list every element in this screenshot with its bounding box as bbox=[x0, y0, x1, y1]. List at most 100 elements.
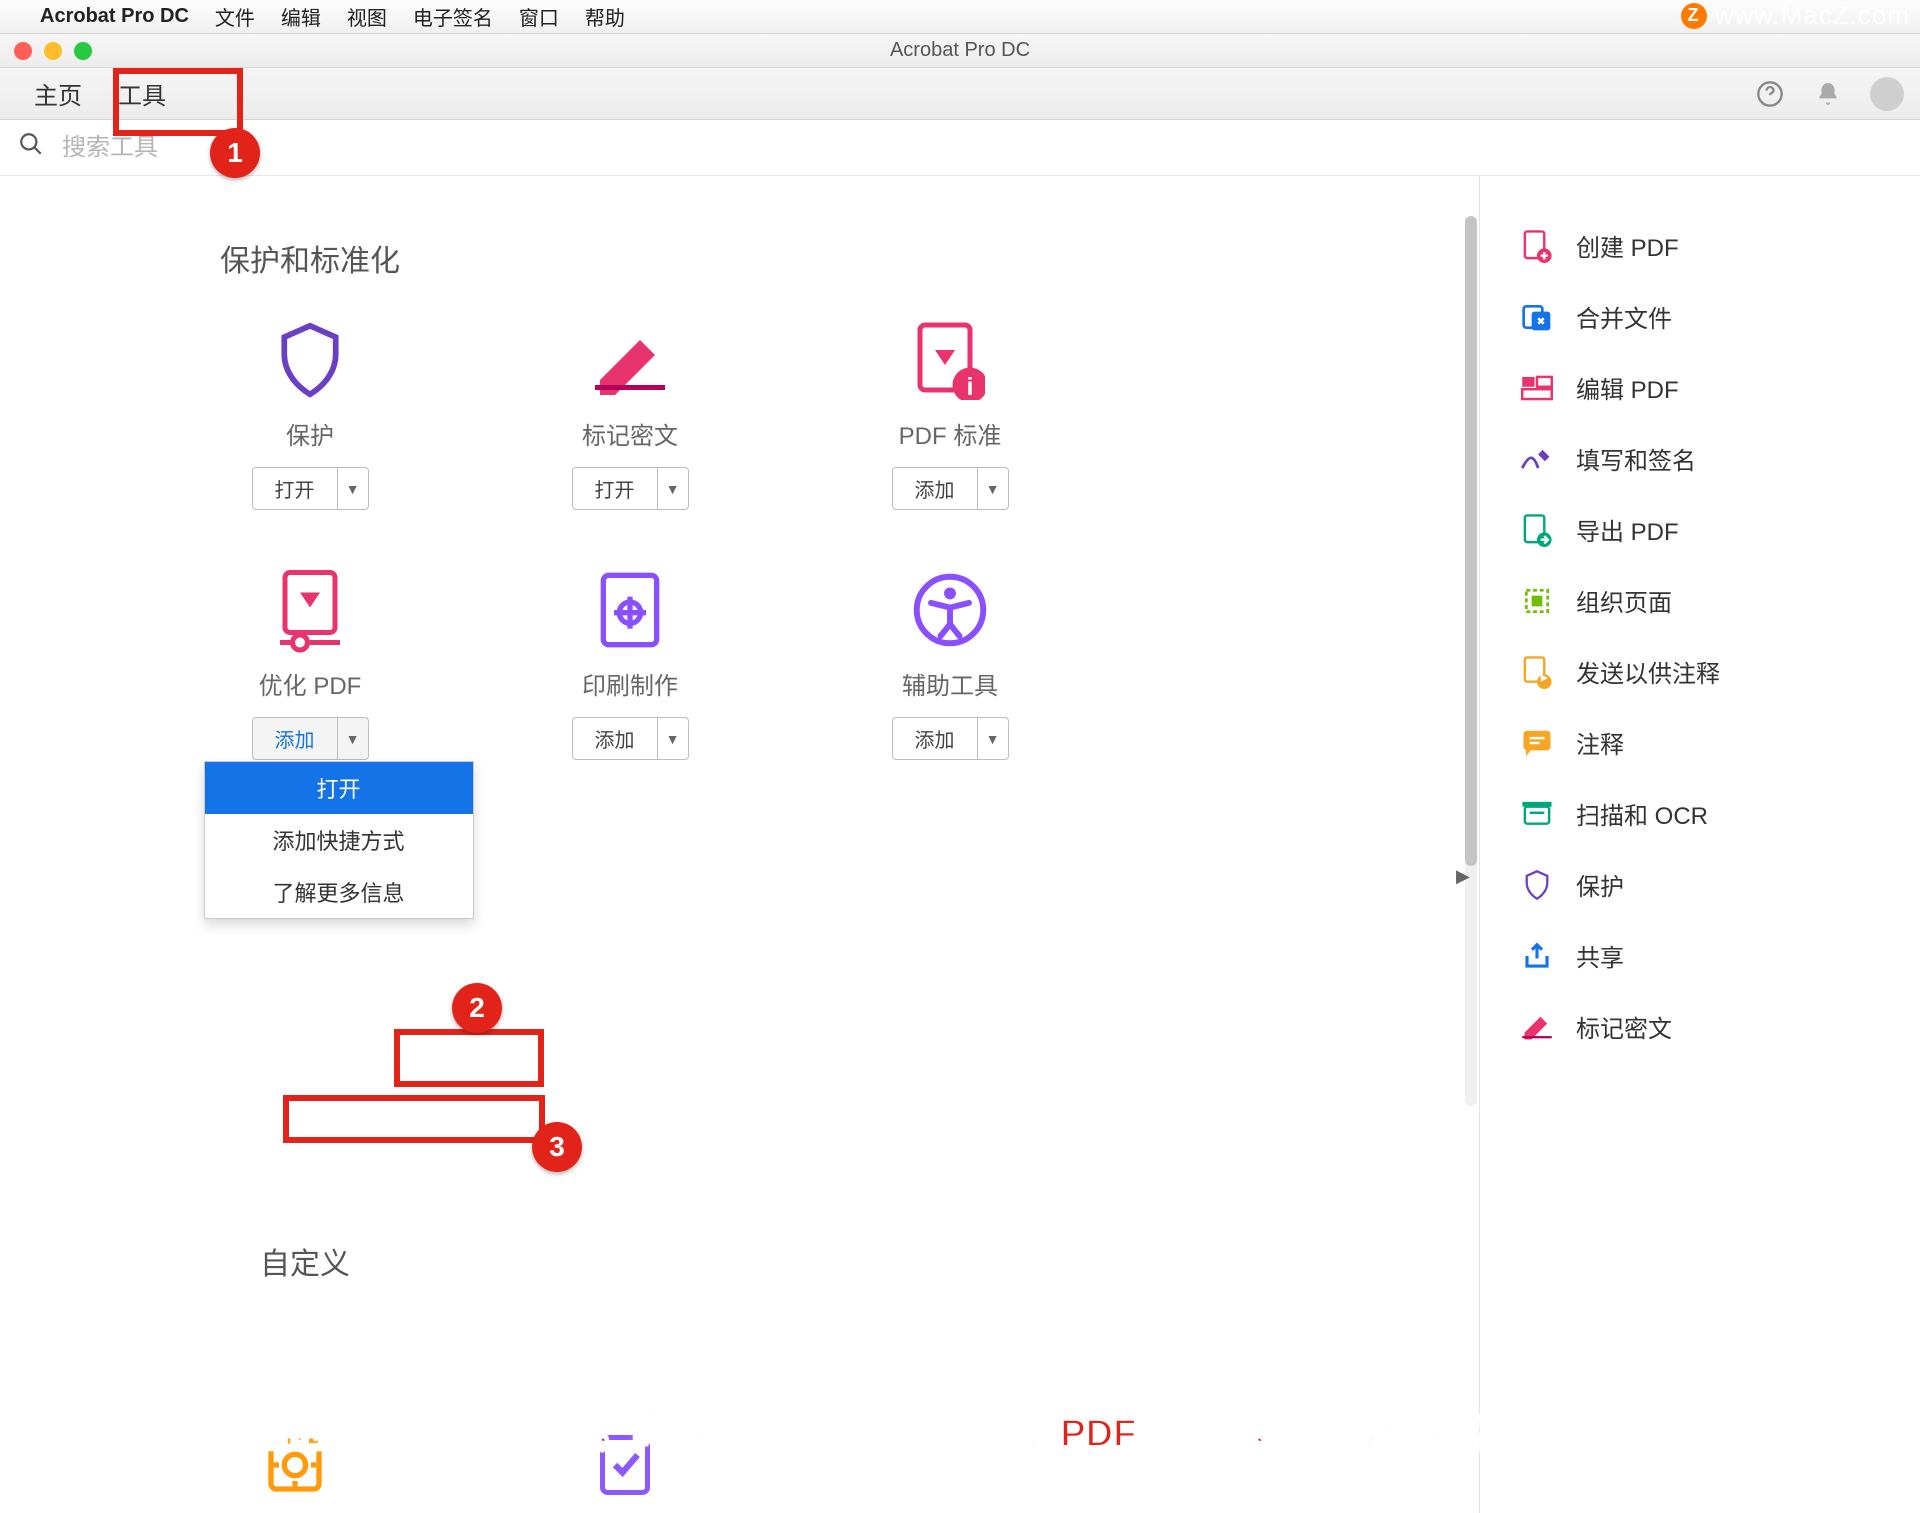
menu-file[interactable]: 文件 bbox=[215, 2, 255, 31]
sidebar-item-label: 发送以供注释 bbox=[1576, 654, 1720, 689]
sidebar-wrap: ▶ 创建 PDF 合并文件 编辑 PDF 填写和签名 导出 PDF bbox=[1480, 176, 1920, 1513]
minimize-window-icon[interactable] bbox=[44, 42, 62, 60]
traffic-lights bbox=[0, 42, 92, 60]
tool-panel: 保护和标准化 保护 打开 ▼ 标记密文 打开 bbox=[0, 176, 1480, 1513]
mac-menubar: Acrobat Pro DC 文件 编辑 视图 电子签名 窗口 帮助 Z www… bbox=[0, 0, 1920, 34]
chevron-down-icon[interactable]: ▼ bbox=[978, 718, 1008, 759]
sidebar-item-redact[interactable]: 标记密文 bbox=[1490, 991, 1910, 1062]
collapse-caret-icon[interactable]: ▶ bbox=[1456, 866, 1470, 887]
sidebar-item-comment[interactable]: 注释 bbox=[1490, 707, 1910, 778]
tool-optimize-button[interactable]: 添加 ▼ bbox=[252, 717, 369, 760]
combine-files-icon bbox=[1520, 300, 1554, 334]
sidebar-item-label: 保护 bbox=[1576, 867, 1624, 902]
tab-home[interactable]: 主页 bbox=[16, 68, 100, 119]
menu-edit[interactable]: 编辑 bbox=[281, 2, 321, 31]
sidebar-item-label: 扫描和 OCR bbox=[1576, 796, 1708, 831]
app-name[interactable]: Acrobat Pro DC bbox=[40, 5, 189, 28]
search-input[interactable] bbox=[62, 134, 662, 162]
comment-icon bbox=[1520, 726, 1554, 760]
scan-ocr-icon bbox=[1520, 797, 1554, 831]
optimize-icon bbox=[270, 570, 350, 650]
sidebar-item-label: 创建 PDF bbox=[1576, 228, 1679, 263]
tool-access-label: 辅助工具 bbox=[902, 666, 998, 701]
chevron-down-icon[interactable]: ▼ bbox=[658, 468, 688, 509]
tool-accessibility: 辅助工具 添加 ▼ bbox=[800, 570, 1100, 760]
dropdown-more[interactable]: 了解更多信息 bbox=[205, 866, 473, 918]
tool-protect: 保护 打开 ▼ bbox=[160, 320, 460, 510]
sidebar-item-send-comment[interactable]: 发送以供注释 bbox=[1490, 636, 1910, 707]
menu-view[interactable]: 视图 bbox=[347, 2, 387, 31]
tool-redact-label: 标记密文 bbox=[582, 416, 678, 451]
sidebar-item-share[interactable]: 共享 bbox=[1490, 920, 1910, 991]
sidebar-item-fill-sign[interactable]: 填写和签名 bbox=[1490, 423, 1910, 494]
tool-print-add[interactable]: 添加 bbox=[573, 718, 658, 759]
watermark-text: www.MacZ.com bbox=[1715, 0, 1910, 31]
accessibility-icon bbox=[910, 570, 990, 650]
chevron-down-icon[interactable]: ▼ bbox=[658, 718, 688, 759]
export-pdf-icon bbox=[1520, 513, 1554, 547]
sidebar-item-export-pdf[interactable]: 导出 PDF bbox=[1490, 494, 1910, 565]
sidebar-item-protect[interactable]: 保护 bbox=[1490, 849, 1910, 920]
sidebar-item-edit-pdf[interactable]: 编辑 PDF bbox=[1490, 352, 1910, 423]
chevron-down-icon[interactable]: ▼ bbox=[338, 718, 368, 759]
sidebar-item-organize[interactable]: 组织页面 bbox=[1490, 565, 1910, 636]
help-icon[interactable] bbox=[1754, 78, 1786, 110]
tool-print-button[interactable]: 添加 ▼ bbox=[572, 717, 689, 760]
close-window-icon[interactable] bbox=[14, 42, 32, 60]
scrollbar[interactable] bbox=[1465, 216, 1477, 1106]
tool-redact-open[interactable]: 打开 bbox=[573, 468, 658, 509]
search-icon bbox=[18, 131, 44, 164]
sidebar-item-label: 注释 bbox=[1576, 725, 1624, 760]
shield-icon bbox=[270, 320, 350, 400]
svg-text:i: i bbox=[967, 373, 974, 400]
crosshair-doc-icon bbox=[590, 570, 670, 650]
window-titlebar: Acrobat Pro DC bbox=[0, 34, 1920, 68]
marker-icon bbox=[590, 320, 670, 400]
tool-optimize-add[interactable]: 添加 bbox=[253, 718, 338, 759]
sidebar-item-create-pdf[interactable]: 创建 PDF bbox=[1490, 210, 1910, 281]
menu-window[interactable]: 窗口 bbox=[519, 2, 559, 31]
sidebar-item-combine[interactable]: 合并文件 bbox=[1490, 281, 1910, 352]
tool-pdf-standard: i PDF 标准 添加 ▼ bbox=[800, 320, 1100, 510]
scrollbar-thumb[interactable] bbox=[1465, 216, 1477, 866]
sidebar-item-label: 标记密文 bbox=[1576, 1009, 1672, 1044]
sidebar-item-label: 合并文件 bbox=[1576, 299, 1672, 334]
user-avatar[interactable] bbox=[1870, 77, 1904, 111]
create-pdf-icon bbox=[1520, 229, 1554, 263]
section-protect-title: 保护和标准化 bbox=[220, 236, 1379, 280]
search-bar bbox=[0, 120, 1920, 176]
tool-access-add[interactable]: 添加 bbox=[893, 718, 978, 759]
dropdown-shortcut[interactable]: 添加快捷方式 bbox=[205, 814, 473, 866]
sidebar-item-label: 组织页面 bbox=[1576, 583, 1672, 618]
watermark-z-icon: Z bbox=[1681, 3, 1707, 29]
window-title: Acrobat Pro DC bbox=[890, 39, 1030, 62]
main-tabs: 主页 工具 bbox=[0, 68, 1920, 120]
tool-protect-button[interactable]: 打开 ▼ bbox=[252, 467, 369, 510]
tool-redact-button[interactable]: 打开 ▼ bbox=[572, 467, 689, 510]
sidebar-item-label: 编辑 PDF bbox=[1576, 370, 1679, 405]
watermark: Z www.MacZ.com bbox=[1681, 0, 1910, 31]
organize-pages-icon bbox=[1520, 584, 1554, 618]
menu-esign[interactable]: 电子签名 bbox=[413, 2, 493, 31]
tool-protect-open[interactable]: 打开 bbox=[253, 468, 338, 509]
tool-standard-button[interactable]: 添加 ▼ bbox=[892, 467, 1009, 510]
dropdown-open[interactable]: 打开 bbox=[205, 762, 473, 814]
tool-protect-label: 保护 bbox=[286, 416, 334, 451]
pdf-info-icon: i bbox=[910, 320, 990, 400]
chevron-down-icon[interactable]: ▼ bbox=[338, 468, 368, 509]
tool-standard-add[interactable]: 添加 bbox=[893, 468, 978, 509]
tool-print-production: 印刷制作 添加 ▼ bbox=[480, 570, 780, 760]
custom-row bbox=[255, 1425, 665, 1505]
sidebar-item-scan-ocr[interactable]: 扫描和 OCR bbox=[1490, 778, 1910, 849]
maximize-window-icon[interactable] bbox=[74, 42, 92, 60]
chevron-down-icon[interactable]: ▼ bbox=[978, 468, 1008, 509]
share-icon bbox=[1520, 939, 1554, 973]
fill-sign-icon bbox=[1520, 442, 1554, 476]
sidebar-item-label: 导出 PDF bbox=[1576, 512, 1679, 547]
tab-tools[interactable]: 工具 bbox=[100, 68, 184, 119]
tool-access-button[interactable]: 添加 ▼ bbox=[892, 717, 1009, 760]
send-comment-icon bbox=[1520, 655, 1554, 689]
optimize-dropdown: 打开 添加快捷方式 了解更多信息 bbox=[204, 761, 474, 919]
menu-help[interactable]: 帮助 bbox=[585, 2, 625, 31]
bell-icon[interactable] bbox=[1812, 78, 1844, 110]
